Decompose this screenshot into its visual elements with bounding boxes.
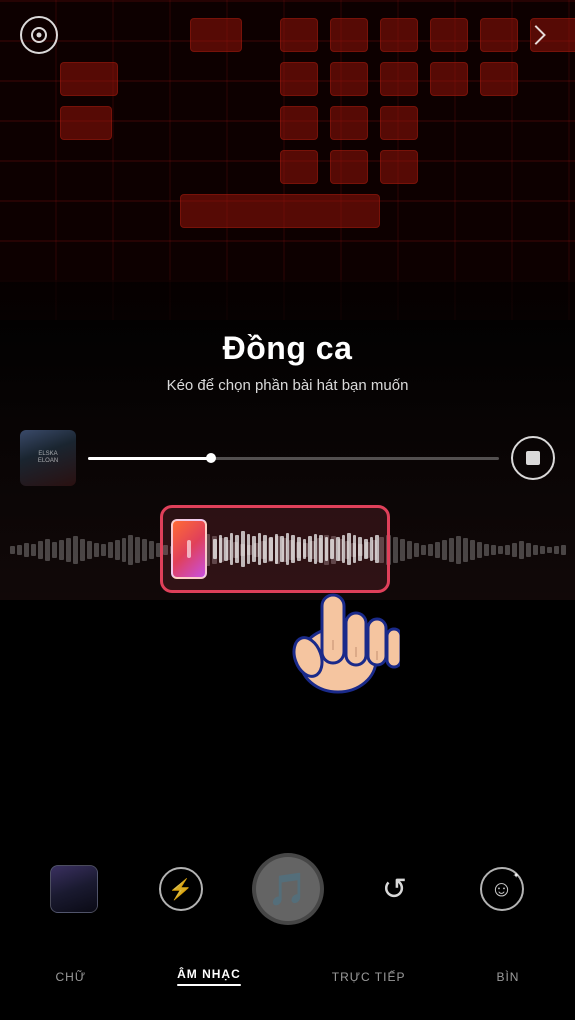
gallery-button[interactable] — [20, 865, 127, 913]
effects-button[interactable]: ☺ ✦ — [448, 867, 555, 911]
phone-icon — [171, 519, 207, 579]
next-button[interactable] — [517, 16, 555, 54]
progress-thumb — [206, 453, 216, 463]
flip-camera-button[interactable]: ↺ — [341, 867, 448, 911]
controls-row: ⚡ 🎵 ↺ ☺ ✦ — [0, 853, 575, 925]
selected-waveform — [213, 524, 379, 574]
settings-icon[interactable] — [20, 16, 58, 54]
stop-button[interactable] — [511, 436, 555, 480]
tab-active-indicator — [177, 984, 241, 986]
bottom-toolbar: ⚡ 🎵 ↺ ☺ ✦ CHỮ ÂM NHẠC — [0, 820, 575, 1020]
tab-navigation: CHỮ ÂM NHẠC TRỰC TIẾP BÌN — [0, 963, 575, 990]
album-art: ELSKAELOAN — [20, 430, 76, 486]
gallery-thumbnail — [50, 865, 98, 913]
progress-bar[interactable] — [88, 457, 499, 460]
music-button[interactable]: 🎵 — [234, 853, 341, 925]
emoji-face-icon: ☺ ✦ — [480, 867, 524, 911]
page-title: Đồng ca — [0, 330, 575, 367]
track-row: ELSKAELOAN — [0, 430, 575, 486]
rotate-icon: ↺ — [373, 867, 417, 911]
music-btn-inner: 🎵 — [256, 857, 320, 921]
album-label: ELSKAELOAN — [38, 451, 58, 465]
hand-pointer — [280, 570, 400, 700]
title-section: Đồng ca Kéo để chọn phần bài hát bạn muố… — [0, 330, 575, 394]
music-btn-outer: 🎵 — [252, 853, 324, 925]
progress-fill — [88, 457, 211, 460]
tab-bin[interactable]: BÌN — [488, 966, 527, 988]
tab-am-nhac[interactable]: ÂM NHẠC — [169, 963, 249, 990]
tab-truc-tiep[interactable]: TRỰC TIẾP — [324, 966, 414, 988]
phone-shape — [171, 519, 207, 579]
music-note-icon: 🎵 — [268, 870, 308, 908]
page-subtitle: Kéo để chọn phần bài hát bạn muốn — [0, 377, 575, 394]
flash-button[interactable]: ⚡ — [127, 867, 234, 911]
flash-icon: ⚡ — [159, 867, 203, 911]
stop-icon — [526, 451, 540, 465]
top-bar — [0, 0, 575, 70]
tab-chu[interactable]: CHỮ — [48, 966, 95, 988]
